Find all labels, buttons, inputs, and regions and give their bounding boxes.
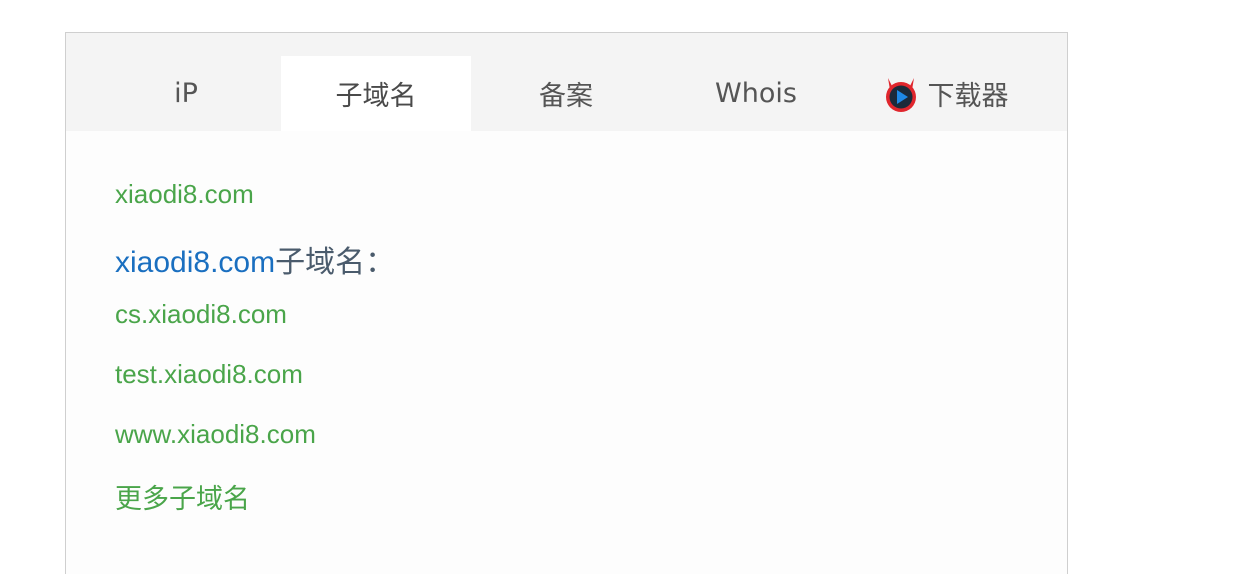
subdomain-link-www[interactable]: www.xiaodi8.com xyxy=(115,419,316,450)
tab-bar: iP 子域名 备案 Whois 下载器 xyxy=(66,33,1067,131)
domain-info-panel: iP 子域名 备案 Whois 下载器 xiaodi8.com xiaodi8.… xyxy=(65,32,1068,574)
heading-domain: xiaodi8.com xyxy=(115,246,276,279)
subdomain-heading: xiaodi8.com子域名： xyxy=(115,237,395,281)
tab-ip[interactable]: iP xyxy=(91,56,281,131)
devil-play-icon xyxy=(885,77,916,112)
tab-icp-record[interactable]: 备案 xyxy=(471,56,661,131)
tab-icp-record-label: 备案 xyxy=(539,81,593,112)
tab-whois-label: Whois xyxy=(715,78,797,109)
tab-subdomain-label: 子域名 xyxy=(335,81,417,112)
heading-suffix: 子域名： xyxy=(275,245,396,280)
tab-ip-label: iP xyxy=(174,78,198,109)
subdomain-link-cs[interactable]: cs.xiaodi8.com xyxy=(115,299,287,330)
tab-whois[interactable]: Whois xyxy=(661,56,851,131)
more-subdomains-link[interactable]: 更多子域名 xyxy=(115,477,250,516)
top-domain-link[interactable]: xiaodi8.com xyxy=(115,179,254,210)
tab-downloader[interactable]: 下载器 xyxy=(851,56,1041,131)
tab-subdomain[interactable]: 子域名 xyxy=(281,56,471,131)
subdomain-link-test[interactable]: test.xiaodi8.com xyxy=(115,359,303,390)
tab-downloader-label: 下载器 xyxy=(927,81,1009,112)
